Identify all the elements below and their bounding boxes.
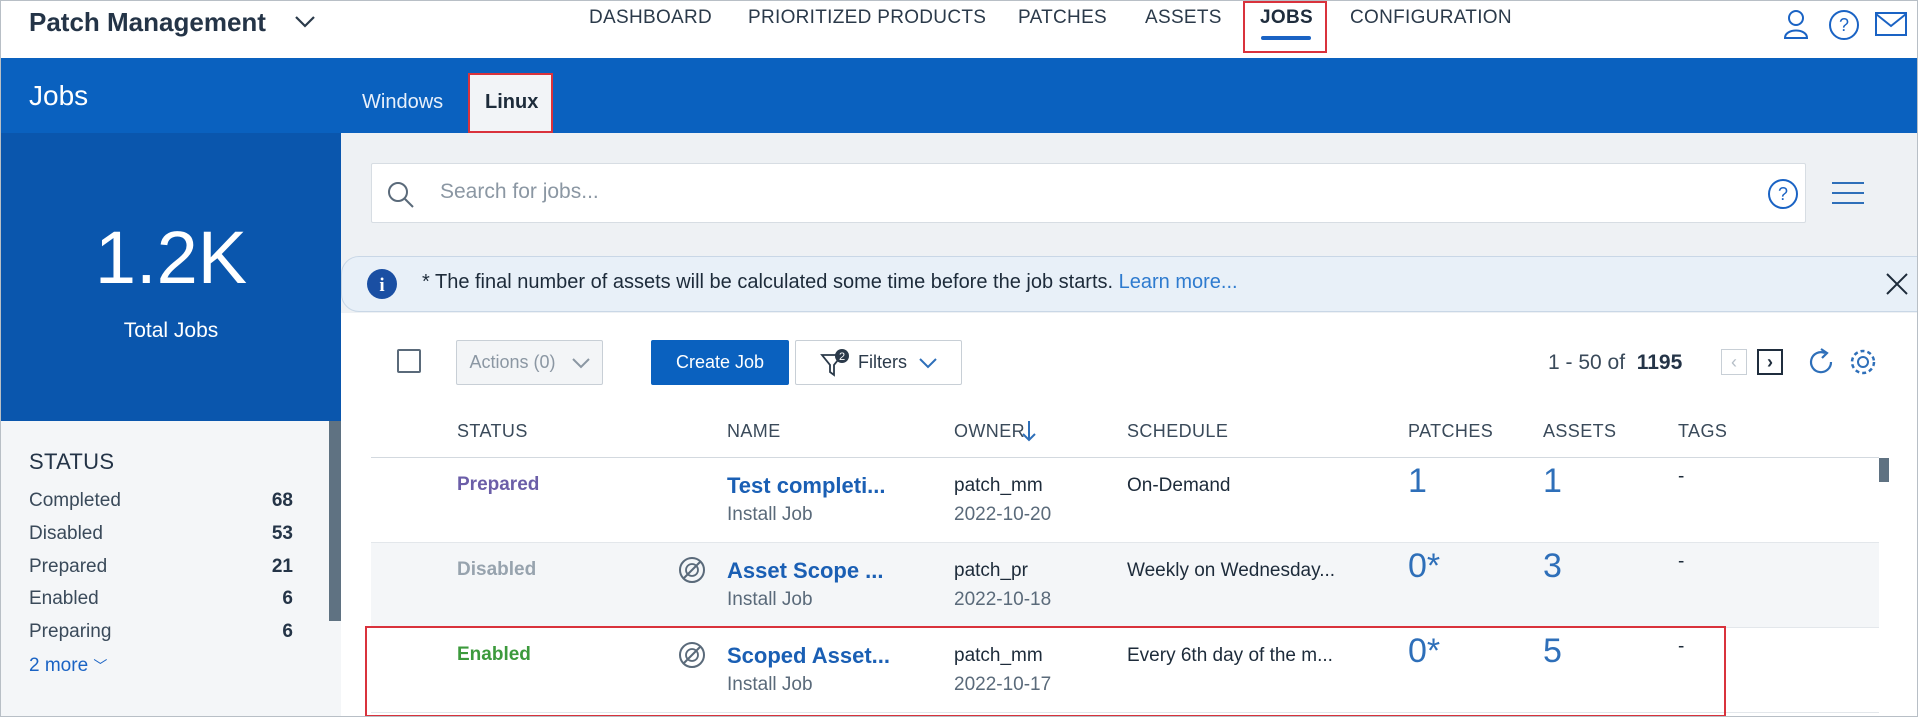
list-scrollbar[interactable]: [1879, 458, 1889, 482]
nav-prioritized-products[interactable]: PRIORITIZED PRODUCTS: [748, 7, 986, 29]
job-name-link[interactable]: Test completi...: [727, 473, 886, 499]
row-schedule: On-Demand: [1127, 475, 1231, 496]
row-owner: patch_mm: [954, 475, 1043, 496]
search-help-icon[interactable]: ?: [1767, 178, 1799, 210]
job-type: Install Job: [727, 504, 813, 525]
status-item-completed[interactable]: Completed 68: [29, 490, 293, 512]
chevron-down-icon: [571, 357, 590, 368]
svg-text:?: ?: [1839, 15, 1849, 35]
section-title: Jobs: [29, 80, 89, 111]
table-row[interactable]: Prepared Test completi... Install Job pa…: [371, 458, 1879, 543]
nav-patches[interactable]: PATCHES: [1018, 7, 1107, 29]
col-name[interactable]: NAME: [727, 421, 781, 442]
main-content: Search for jobs... ? i * The final numbe…: [341, 133, 1917, 716]
svg-text:i: i: [379, 275, 384, 296]
kpi-label: Total Jobs: [123, 319, 219, 342]
asset-scope-icon: [679, 557, 705, 583]
asset-scope-icon: [679, 642, 705, 668]
jobs-list: Actions (0) Create Job 2 Filters 1 - 50 …: [341, 313, 1917, 716]
kpi-panel: 1.2K Total Jobs: [1, 133, 341, 421]
filter-icon: 2: [820, 348, 849, 377]
row-schedule: Every 6th day of the m...: [1127, 645, 1333, 666]
tab-windows[interactable]: Windows: [362, 91, 443, 114]
row-tags: -: [1678, 636, 1685, 657]
refresh-icon[interactable]: [1807, 347, 1837, 377]
nav-assets[interactable]: ASSETS: [1145, 7, 1222, 29]
kpi-value: 1.2K: [94, 216, 248, 299]
search-input[interactable]: Search for jobs...: [440, 180, 599, 204]
table-row[interactable]: Enabled Scoped Asset... Install Job patc…: [371, 628, 1879, 713]
active-nav-indicator: [1261, 36, 1311, 40]
status-panel: STATUS Completed 68 Disabled 53 Prepared 21…: [1, 421, 341, 716]
settings-gear-icon[interactable]: [1847, 346, 1879, 378]
info-icon: i: [367, 269, 397, 299]
row-owner: patch_pr: [954, 560, 1028, 581]
svg-text:?: ?: [1778, 184, 1788, 204]
learn-more-link[interactable]: Learn more...: [1119, 271, 1238, 293]
chevrons-down-icon: ﹀: [93, 658, 108, 674]
close-icon[interactable]: [1885, 272, 1909, 296]
job-name-link[interactable]: Asset Scope ...: [727, 558, 884, 584]
nav-dashboard[interactable]: DASHBOARD: [589, 7, 712, 29]
filters-button[interactable]: 2 Filters: [795, 340, 962, 385]
row-patches[interactable]: 0*: [1408, 547, 1440, 586]
pagination-info: 1 - 50 of 1195: [1548, 351, 1683, 374]
status-item-enabled[interactable]: Enabled 6: [29, 588, 293, 610]
job-type: Install Job: [727, 589, 813, 610]
info-text: * The final number of assets will be cal…: [422, 271, 1238, 293]
status-item-preparing[interactable]: Preparing 6: [29, 621, 293, 643]
search-bar[interactable]: Search for jobs... ?: [371, 163, 1806, 223]
row-date: 2022-10-17: [954, 674, 1052, 695]
search-icon: [388, 182, 414, 208]
col-schedule[interactable]: SCHEDULE: [1127, 421, 1228, 442]
row-assets[interactable]: 3: [1543, 547, 1562, 586]
row-assets[interactable]: 1: [1543, 462, 1562, 501]
row-assets[interactable]: 5: [1543, 632, 1562, 671]
row-schedule: Weekly on Wednesday...: [1127, 560, 1336, 581]
prev-page-button[interactable]: ‹: [1721, 349, 1747, 375]
tab-linux[interactable]: Linux: [485, 91, 538, 114]
help-icon[interactable]: ?: [1828, 9, 1860, 41]
col-owner[interactable]: OWNER: [954, 421, 1025, 442]
status-scrollbar[interactable]: [329, 421, 341, 621]
chevron-down-icon[interactable]: [294, 15, 316, 29]
table-row[interactable]: Disabled Asset Scope ... Install Job pat…: [371, 543, 1879, 628]
next-page-button[interactable]: ›: [1757, 349, 1783, 375]
chevron-down-icon: [919, 357, 937, 368]
select-all-checkbox[interactable]: [397, 349, 421, 373]
user-icon[interactable]: [1783, 9, 1809, 39]
row-patches[interactable]: 1: [1408, 462, 1427, 501]
row-date: 2022-10-18: [954, 589, 1052, 610]
col-tags[interactable]: TAGS: [1678, 421, 1727, 442]
actions-dropdown[interactable]: Actions (0): [456, 340, 603, 385]
job-name-link[interactable]: Scoped Asset...: [727, 643, 890, 669]
row-owner: patch_mm: [954, 645, 1043, 666]
row-status: Enabled: [457, 644, 531, 665]
nav-configuration[interactable]: CONFIGURATION: [1350, 7, 1512, 29]
app-title: Patch Management: [29, 7, 266, 37]
row-patches[interactable]: 0*: [1408, 632, 1440, 671]
status-heading: STATUS: [29, 449, 115, 474]
col-assets[interactable]: ASSETS: [1543, 421, 1616, 442]
row-date: 2022-10-20: [954, 504, 1052, 525]
status-item-disabled[interactable]: Disabled 53: [29, 523, 293, 545]
status-item-prepared[interactable]: Prepared 21: [29, 556, 293, 578]
top-bar: Patch Management DASHBOARD PRIORITIZED P…: [1, 1, 1917, 58]
info-banner: i * The final number of assets will be c…: [341, 256, 1917, 312]
sort-down-icon[interactable]: [1021, 419, 1037, 443]
col-status[interactable]: STATUS: [457, 421, 528, 442]
menu-icon[interactable]: [1831, 181, 1865, 205]
nav-jobs[interactable]: JOBS: [1260, 7, 1313, 29]
job-type: Install Job: [727, 674, 813, 695]
svg-text:2: 2: [839, 351, 845, 363]
col-patches[interactable]: PATCHES: [1408, 421, 1493, 442]
create-job-button[interactable]: Create Job: [651, 340, 789, 385]
row-status: Disabled: [457, 559, 537, 580]
section-header: Jobs Windows Linux: [1, 58, 1917, 133]
row-status: Prepared: [457, 474, 540, 495]
row-tags: -: [1678, 551, 1685, 572]
more-link[interactable]: 2 more ﹀: [29, 655, 107, 677]
mail-icon[interactable]: [1875, 11, 1907, 37]
row-tags: -: [1678, 466, 1685, 487]
